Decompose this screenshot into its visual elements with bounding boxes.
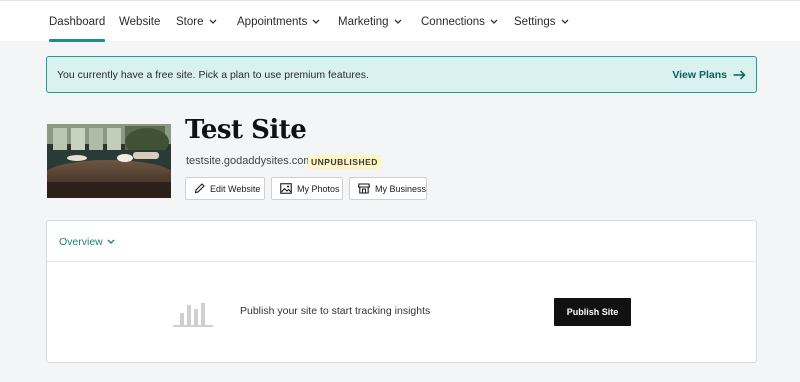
overview-dropdown[interactable]: Overview — [59, 221, 115, 262]
nav-tab-label: Appointments — [237, 15, 308, 28]
chevron-down-icon — [209, 19, 217, 24]
site-thumbnail[interactable] — [47, 124, 171, 198]
nav-tab-label: Settings — [514, 15, 556, 28]
storefront-icon — [358, 183, 370, 194]
overview-dropdown-label: Overview — [59, 235, 103, 248]
arrow-right-icon — [733, 69, 746, 80]
nav-tab-dashboard[interactable]: Dashboard — [49, 1, 106, 42]
nav-tab-connections[interactable]: Connections — [421, 1, 498, 42]
my-photos-label: My Photos — [297, 183, 340, 194]
nav-tab-store[interactable]: Store — [176, 1, 217, 42]
view-plans-label: View Plans — [672, 68, 727, 81]
my-business-label: My Business — [374, 183, 426, 194]
nav-tab-label: Store — [176, 15, 204, 28]
view-plans-link[interactable]: View Plans — [672, 57, 746, 92]
overview-card-header: Overview — [47, 221, 756, 262]
nav-tab-appointments[interactable]: Appointments — [237, 1, 320, 42]
banner-message: You currently have a free site. Pick a p… — [57, 68, 369, 81]
nav-tab-label: Marketing — [338, 15, 389, 28]
overview-card: Overview Publish your site to start trac… — [46, 220, 757, 363]
bar-chart-icon — [173, 303, 213, 327]
chevron-down-icon — [107, 239, 115, 244]
chevron-down-icon — [312, 19, 320, 24]
free-plan-banner: You currently have a free site. Pick a p… — [46, 56, 757, 93]
my-business-button[interactable]: My Business — [349, 177, 427, 200]
status-badge: UNPUBLISHED — [308, 155, 381, 169]
edit-website-label: Edit Website — [210, 183, 261, 194]
edit-website-button[interactable]: Edit Website — [185, 177, 265, 200]
nav-tab-label: Connections — [421, 15, 485, 28]
nav-tab-website[interactable]: Website — [119, 1, 160, 42]
nav-tab-label: Dashboard — [49, 15, 106, 28]
nav-tab-label: Website — [119, 15, 161, 28]
nav-tab-marketing[interactable]: Marketing — [338, 1, 402, 42]
chevron-down-icon — [561, 19, 569, 24]
site-title: Test Site — [185, 115, 307, 145]
chevron-down-icon — [394, 19, 402, 24]
chevron-down-icon — [490, 19, 498, 24]
cafe-table-image — [47, 124, 171, 198]
site-url: testsite.godaddysites.com — [186, 155, 313, 167]
insights-message: Publish your site to start tracking insi… — [240, 305, 431, 317]
image-icon — [280, 183, 292, 194]
top-navigation: Dashboard Website Store Appointments Mar… — [0, 0, 800, 42]
publish-site-button[interactable]: Publish Site — [554, 298, 631, 326]
pencil-icon — [194, 183, 205, 194]
nav-tab-settings[interactable]: Settings — [514, 1, 569, 42]
my-photos-button[interactable]: My Photos — [271, 177, 343, 200]
